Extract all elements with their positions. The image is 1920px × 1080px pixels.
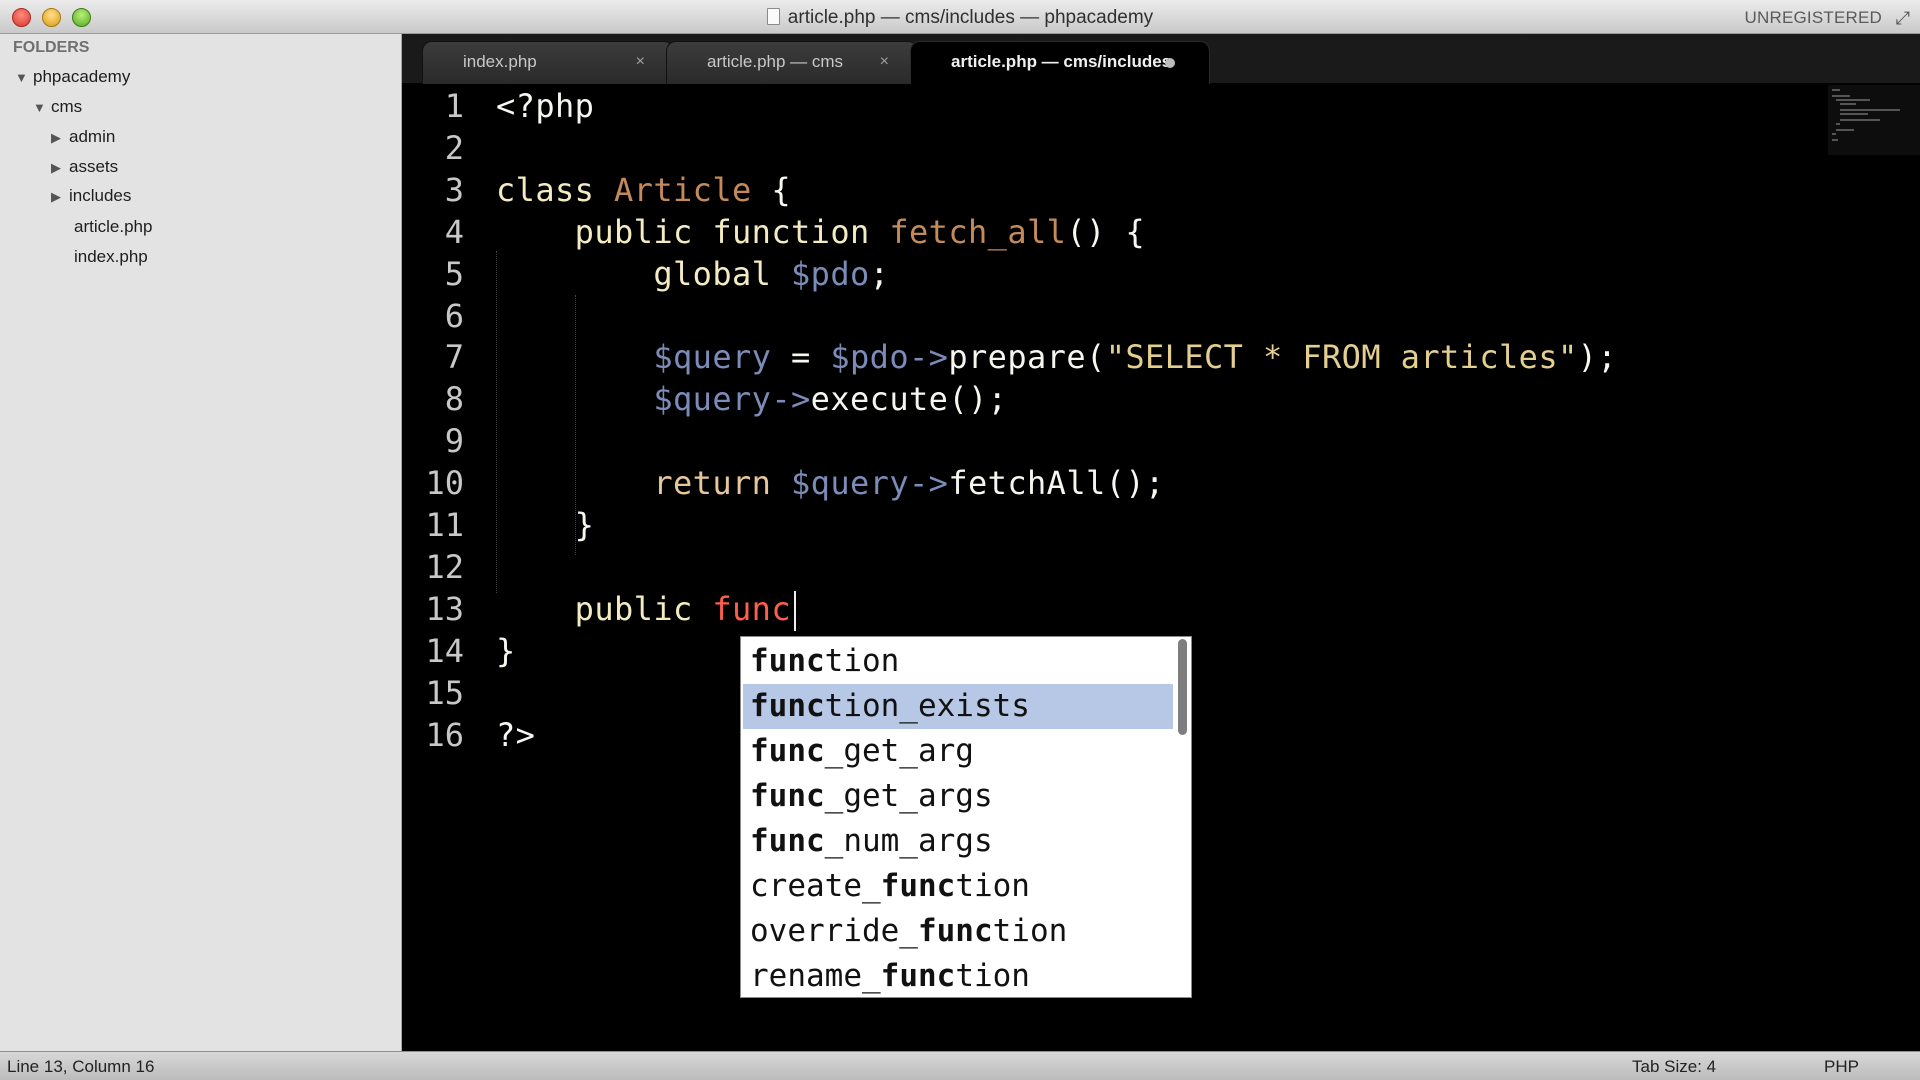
code-text[interactable]: return $query->fetchAll(); — [496, 464, 1165, 502]
autocomplete-item[interactable]: create_function — [743, 864, 1173, 909]
sidebar: FOLDERS ▼ phpacademy ▼ cms ▶ admin ▶ assets … — [0, 34, 402, 1051]
line-number: 16 — [425, 715, 464, 754]
autocomplete-item[interactable]: func_get_arg — [743, 729, 1173, 774]
tree-item-label: admin — [69, 127, 116, 146]
window-title-text: article.php — cms/includes — phpacademy — [787, 7, 1154, 28]
code-text[interactable]: class Article { — [496, 171, 791, 209]
code-line[interactable]: 11 } — [402, 506, 1802, 548]
line-number: 5 — [444, 254, 464, 293]
code-line[interactable]: 3 class Article { — [402, 171, 1802, 213]
disclosure-closed-icon[interactable]: ▶ — [51, 155, 69, 181]
autocomplete-item[interactable]: override_function — [743, 909, 1173, 954]
code-line[interactable]: 1 <?php — [402, 87, 1802, 129]
autocomplete-item[interactable]: func_get_args — [743, 774, 1173, 819]
tab-index-php[interactable]: index.php × — [422, 41, 674, 84]
code-line[interactable]: 4 public function fetch_all() { — [402, 213, 1802, 255]
code-text[interactable]: ?> — [496, 716, 535, 754]
tab-label: index.php — [463, 52, 537, 71]
autocomplete-item[interactable]: func_num_args — [743, 819, 1173, 864]
fullscreen-icon[interactable]: ⤢ — [1896, 8, 1910, 29]
disclosure-closed-icon[interactable]: ▶ — [51, 125, 69, 151]
code-text[interactable]: $query->execute(); — [496, 380, 1007, 418]
indent-guide — [496, 251, 497, 593]
tree-folder-admin[interactable]: ▶ admin — [51, 124, 115, 150]
tree-item-label: cms — [51, 97, 83, 116]
code-line[interactable]: 5 global $pdo; — [402, 255, 1802, 297]
disclosure-open-icon[interactable]: ▼ — [33, 95, 51, 121]
code-line[interactable]: 8 $query->execute(); — [402, 380, 1802, 422]
tree-file-article-php[interactable]: article.php — [74, 214, 152, 240]
autocomplete-scrollbar[interactable] — [1178, 639, 1187, 735]
cursor-position: Line 13, Column 16 — [7, 1057, 155, 1076]
tree-item-label: index.php — [74, 247, 148, 266]
license-status: UNREGISTERED — [1744, 8, 1882, 27]
line-number: 12 — [425, 547, 464, 586]
line-number: 15 — [425, 673, 464, 712]
window-title: article.php — cms/includes — phpacademy — [0, 7, 1920, 29]
code-text[interactable]: global $pdo; — [496, 255, 889, 293]
tree-folder-cms[interactable]: ▼ cms — [33, 94, 82, 120]
disclosure-closed-icon[interactable]: ▶ — [51, 184, 69, 210]
tree-folder-phpacademy[interactable]: ▼ phpacademy — [15, 64, 130, 90]
indent-guide — [575, 295, 576, 555]
disclosure-open-icon[interactable]: ▼ — [15, 65, 33, 91]
tree-item-label: article.php — [74, 217, 153, 236]
line-number: 7 — [444, 338, 464, 377]
autocomplete-item[interactable]: function_exists — [743, 684, 1173, 729]
line-number: 1 — [444, 87, 464, 125]
tab-label: article.php — cms/includes — [951, 52, 1172, 71]
line-number: 13 — [425, 589, 464, 628]
tab-close-icon[interactable]: × — [636, 42, 645, 82]
code-line[interactable]: 2 — [402, 129, 1802, 171]
minimap[interactable] — [1828, 85, 1920, 155]
syntax-selector[interactable]: PHP — [1824, 1057, 1859, 1077]
tree-item-label: assets — [69, 157, 119, 176]
line-number: 6 — [444, 296, 464, 335]
line-number: 3 — [444, 170, 464, 209]
autocomplete-popup[interactable]: function function_exists func_get_arg func_… — [740, 636, 1192, 998]
code-text[interactable]: } — [496, 506, 594, 544]
status-bar: Line 13, Column 16 Tab Size: 4 PHP — [0, 1051, 1920, 1080]
code-text[interactable]: <?php — [496, 87, 594, 125]
code-text[interactable]: public function fetch_all() { — [496, 213, 1145, 251]
code-line[interactable]: 10 return $query->fetchAll(); — [402, 464, 1802, 506]
text-cursor — [794, 591, 796, 631]
tree-item-label: phpacademy — [33, 67, 131, 86]
code-text[interactable]: } — [496, 632, 516, 670]
autocomplete-item[interactable]: rename_function — [743, 954, 1173, 999]
tab-article-php-cms-includes[interactable]: article.php — cms/includes — [910, 41, 1210, 84]
code-line[interactable]: 7 $query = $pdo->prepare("SELECT * FROM … — [402, 338, 1802, 380]
code-text[interactable]: public func — [496, 590, 791, 628]
tab-bar: index.php × article.php — cms × article.… — [402, 34, 1920, 84]
code-text[interactable]: $query = $pdo->prepare("SELECT * FROM ar… — [496, 338, 1617, 376]
tab-close-icon[interactable]: × — [880, 42, 889, 82]
code-line[interactable]: 6 — [402, 297, 1802, 339]
code-line[interactable]: 12 — [402, 548, 1802, 590]
code-line[interactable]: 13 public func — [402, 590, 1802, 632]
line-number: 10 — [425, 464, 464, 503]
title-bar: article.php — cms/includes — phpacademy … — [0, 0, 1920, 34]
document-icon — [766, 8, 780, 25]
tab-label: article.php — cms — [707, 52, 844, 71]
tree-file-index-php[interactable]: index.php — [74, 244, 148, 270]
tab-size-selector[interactable]: Tab Size: 4 — [1632, 1057, 1716, 1077]
line-number: 8 — [444, 380, 464, 419]
line-number: 11 — [425, 506, 464, 544]
tab-article-php-cms[interactable]: article.php — cms × — [666, 41, 918, 84]
modified-dot-icon[interactable] — [1165, 58, 1175, 68]
line-number: 4 — [444, 212, 464, 251]
folders-header: FOLDERS — [13, 39, 90, 56]
code-line[interactable]: 9 — [402, 422, 1802, 464]
tree-folder-assets[interactable]: ▶ assets — [51, 154, 118, 180]
autocomplete-item[interactable]: function — [743, 639, 1173, 684]
tree-folder-includes[interactable]: ▶ includes — [51, 183, 131, 209]
line-number: 9 — [444, 422, 464, 461]
tree-item-label: includes — [69, 186, 132, 205]
line-number: 14 — [425, 631, 464, 670]
line-number: 2 — [444, 128, 464, 167]
